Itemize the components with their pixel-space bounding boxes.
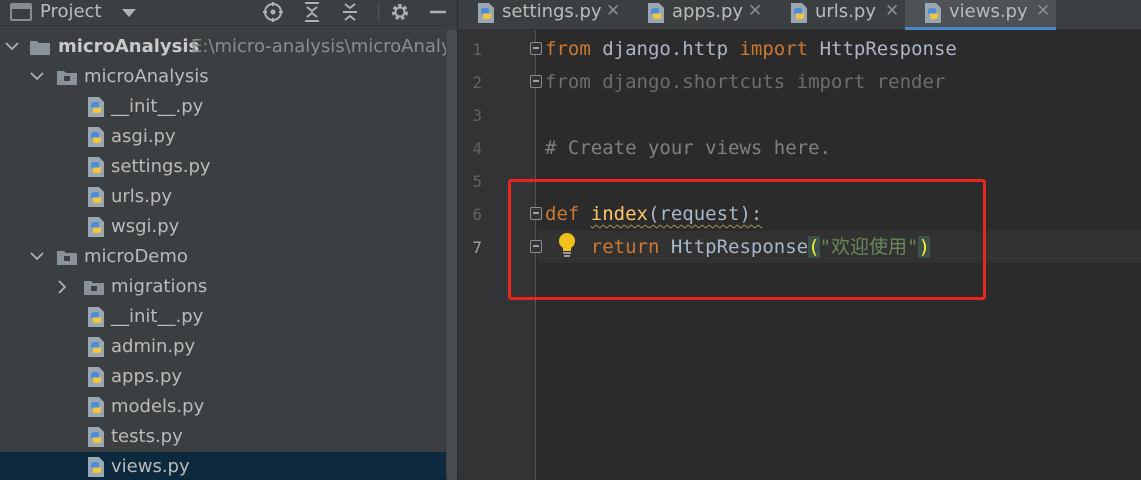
python-file-icon	[88, 187, 104, 207]
tree-item-label: wsgi.py	[111, 216, 180, 237]
tree-item-asgi-py[interactable]: asgi.py	[0, 122, 446, 152]
collapse-all-icon[interactable]	[338, 1, 362, 23]
tree-item-init-py[interactable]: __init__.py	[0, 302, 446, 332]
tree-item-tests-py[interactable]: tests.py	[0, 422, 446, 452]
python-file-icon	[88, 127, 104, 147]
tree-item-microanalysis-package[interactable]: microAnalysis	[0, 62, 446, 92]
hide-panel-icon[interactable]	[426, 1, 446, 23]
module-name: django.http	[590, 38, 740, 60]
tree-item-label: __init__.py	[111, 306, 204, 327]
line-number: 5	[472, 172, 482, 191]
tab-label: apps.py	[672, 1, 744, 22]
tree-item-label: tests.py	[111, 426, 183, 447]
python-file-icon	[88, 217, 104, 237]
import-name: HttpResponse	[808, 38, 957, 60]
tab-urls-py[interactable]: urls.py ✕	[771, 0, 905, 30]
project-path: E:\micro-analysis\microAnalysis	[191, 36, 446, 57]
keyword-import: import	[739, 38, 809, 60]
tree-item-migrations[interactable]: migrations	[0, 272, 446, 302]
keyword-from: from	[545, 38, 591, 60]
python-file-icon	[791, 3, 807, 23]
line-number: 2	[472, 73, 482, 92]
project-tool-window-icon[interactable]	[10, 3, 32, 21]
tree-item-label: asgi.py	[111, 126, 176, 147]
tab-label: views.py	[949, 1, 1028, 22]
project-scrollbar[interactable]	[447, 30, 457, 480]
tree-item-label: microAnalysis	[84, 66, 209, 87]
code-line-4[interactable]: # Create your views here.	[545, 132, 831, 165]
chevron-down-icon[interactable]	[122, 9, 136, 17]
line-number: 3	[472, 106, 482, 125]
tree-item-views-py[interactable]: views.py	[0, 452, 446, 480]
tree-item-microanalysis-root[interactable]: microAnalysis E:\micro-analysis\microAna…	[0, 32, 446, 62]
tree-item-label: urls.py	[111, 186, 172, 207]
python-file-icon	[648, 3, 664, 23]
tree-item-label: settings.py	[111, 156, 211, 177]
tree-item-apps-py[interactable]: apps.py	[0, 362, 446, 392]
tab-apps-py[interactable]: apps.py ✕	[628, 0, 770, 30]
tree-item-urls-py[interactable]: urls.py	[0, 182, 446, 212]
expand-all-icon[interactable]	[300, 1, 324, 23]
project-panel-header: Project	[0, 0, 446, 26]
tab-settings-py[interactable]: settings.py ✕	[458, 0, 624, 30]
tree-item-label: admin.py	[111, 336, 196, 357]
line-number: 6	[472, 205, 482, 224]
tree-item-init-py[interactable]: __init__.py	[0, 92, 446, 122]
annotation-highlight-box	[508, 179, 986, 300]
editor-tab-bar: settings.py ✕ apps.py ✕ urls.py ✕ views.…	[458, 0, 1141, 30]
tree-item-label: microAnalysis	[58, 36, 200, 57]
chevron-down-icon[interactable]	[4, 32, 20, 62]
line-number: 1	[472, 40, 482, 59]
tab-views-py[interactable]: views.py ✕	[905, 0, 1056, 30]
tab-label: urls.py	[815, 1, 876, 22]
fold-icon[interactable]	[530, 42, 542, 55]
python-file-icon	[88, 307, 104, 327]
close-icon[interactable]: ✕	[1036, 0, 1050, 22]
close-icon[interactable]: ✕	[606, 0, 620, 22]
python-file-icon	[88, 427, 104, 447]
chevron-down-icon[interactable]	[29, 62, 45, 92]
tree-item-label: models.py	[111, 396, 205, 417]
header-divider	[378, 3, 379, 21]
python-file-icon	[88, 457, 104, 477]
tree-item-wsgi-py[interactable]: wsgi.py	[0, 212, 446, 242]
tree-item-label: migrations	[111, 276, 208, 297]
tree-item-label: views.py	[111, 456, 190, 477]
tree-item-models-py[interactable]: models.py	[0, 392, 446, 422]
package-folder-icon	[57, 251, 77, 265]
chevron-right-icon[interactable]	[56, 272, 72, 302]
tree-item-label: apps.py	[111, 366, 183, 387]
package-folder-icon	[84, 281, 104, 295]
locate-icon[interactable]	[261, 1, 285, 23]
code-line-1[interactable]: from django.http import HttpResponse	[545, 33, 957, 66]
gear-icon[interactable]	[388, 1, 412, 23]
chevron-down-icon[interactable]	[29, 242, 45, 272]
tree-item-microdemo[interactable]: microDemo	[0, 242, 446, 272]
project-panel-title[interactable]: Project	[40, 0, 102, 24]
close-icon[interactable]: ✕	[885, 0, 899, 22]
tab-label: settings.py	[502, 1, 602, 22]
package-folder-icon	[57, 71, 77, 85]
fold-icon[interactable]	[530, 75, 542, 88]
python-file-icon	[478, 3, 494, 23]
python-file-icon	[925, 3, 941, 23]
python-file-icon	[88, 157, 104, 177]
tree-item-label: microDemo	[84, 246, 188, 267]
python-file-icon	[88, 97, 104, 117]
code-line-2[interactable]: from django.shortcuts import render	[545, 66, 945, 99]
line-number: 4	[472, 139, 482, 158]
python-file-icon	[88, 397, 104, 417]
folder-icon	[30, 41, 50, 55]
tree-item-label: __init__.py	[111, 96, 204, 117]
python-file-icon	[88, 367, 104, 387]
line-number: 7	[472, 238, 482, 257]
project-panel: Project microAnalysis E:\micro-analysis\…	[0, 0, 446, 480]
tree-item-admin-py[interactable]: admin.py	[0, 332, 446, 362]
tree-item-settings-py[interactable]: settings.py	[0, 152, 446, 182]
python-file-icon	[88, 337, 104, 357]
close-icon[interactable]: ✕	[748, 0, 762, 22]
